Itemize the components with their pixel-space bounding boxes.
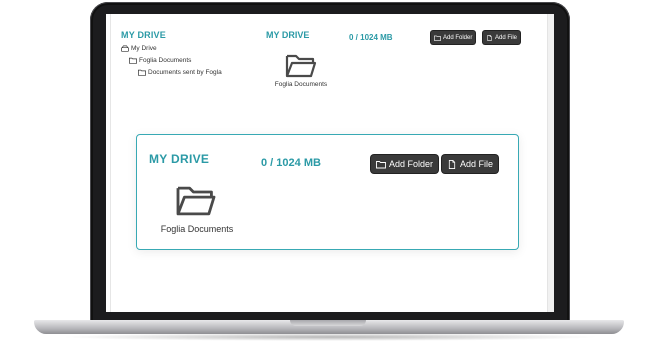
folder-open-icon[interactable] bbox=[284, 52, 318, 80]
file-icon bbox=[487, 34, 492, 41]
add-folder-label: Add Folder bbox=[443, 34, 473, 41]
file-icon bbox=[448, 159, 456, 169]
storage-usage: 0 / 1024 MB bbox=[349, 33, 393, 42]
scrollbar[interactable] bbox=[547, 14, 554, 312]
folder-icon bbox=[376, 160, 386, 168]
folder-icon bbox=[138, 69, 146, 76]
tree-item-label: My Drive bbox=[131, 45, 157, 52]
add-file-button[interactable]: Add File bbox=[483, 31, 521, 44]
drive-icon bbox=[121, 45, 129, 52]
laptop-screen: MY DRIVE My Drive Foglia Documents Docum… bbox=[106, 14, 554, 312]
add-folder-label: Add Folder bbox=[389, 159, 434, 169]
left-divider bbox=[110, 14, 111, 312]
drive-title: MY DRIVE bbox=[266, 30, 310, 40]
tree-title: MY DRIVE bbox=[121, 30, 166, 40]
tree-item-label: Foglia Documents bbox=[139, 57, 192, 64]
tree-item-foglia-documents[interactable]: Foglia Documents bbox=[129, 57, 191, 64]
drive-card: MY DRIVE 0 / 1024 MB Add Folder Add File… bbox=[136, 134, 519, 250]
folder-icon bbox=[434, 35, 441, 41]
tree-item-label: Documents sent by Fogla bbox=[148, 69, 222, 76]
folder-icon bbox=[129, 57, 137, 64]
folder-name[interactable]: Foglia Documents bbox=[266, 81, 336, 88]
tree-item-my-drive[interactable]: My Drive bbox=[121, 45, 157, 52]
folder-name[interactable]: Foglia Documents bbox=[147, 224, 247, 234]
add-folder-button[interactable]: Add Folder bbox=[371, 155, 439, 173]
add-file-button[interactable]: Add File bbox=[442, 155, 499, 173]
tree-item-documents-sent[interactable]: Documents sent by Fogla bbox=[138, 69, 222, 76]
add-file-label: Add File bbox=[460, 159, 494, 169]
laptop-shadow bbox=[60, 333, 600, 341]
add-folder-button[interactable]: Add Folder bbox=[431, 31, 476, 44]
folder-open-icon[interactable] bbox=[173, 183, 219, 219]
storage-usage: 0 / 1024 MB bbox=[261, 157, 321, 169]
drive-title: MY DRIVE bbox=[149, 152, 210, 166]
laptop-notch bbox=[290, 320, 366, 326]
add-file-label: Add File bbox=[495, 34, 518, 41]
